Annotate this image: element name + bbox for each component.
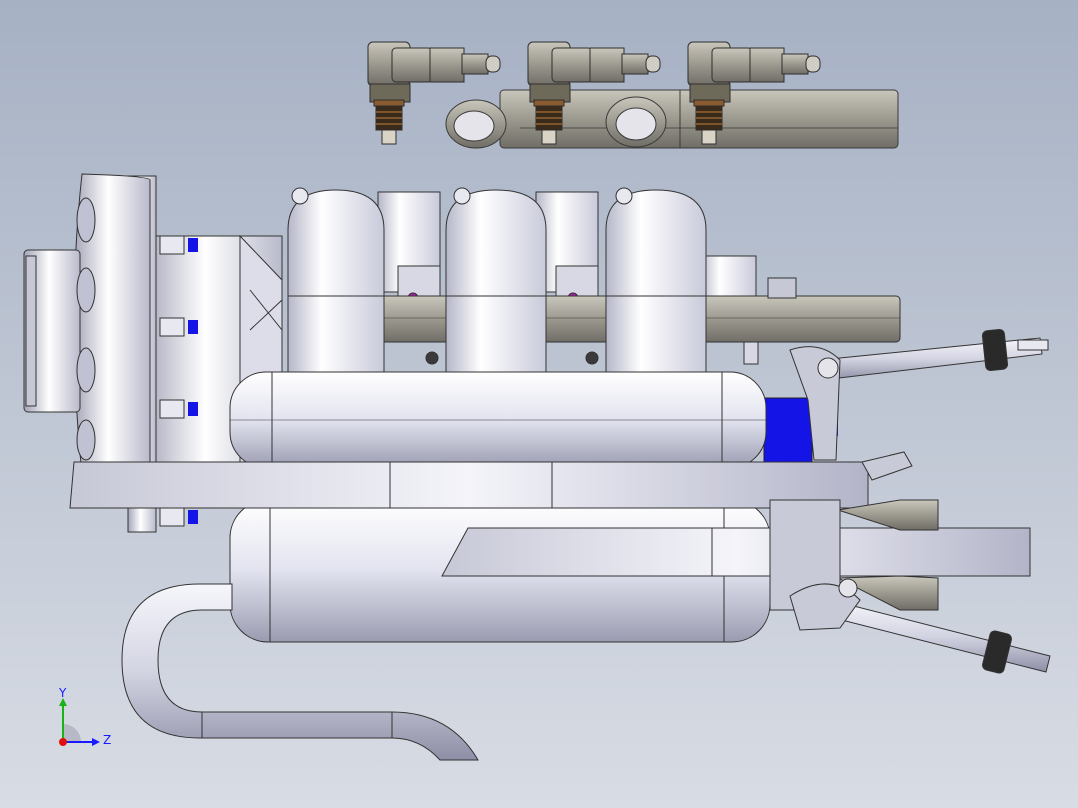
mounting-plate-upper[interactable]: [69, 461, 869, 509]
engine-model[interactable]: [0, 0, 1078, 808]
fuel-rail[interactable]: [445, 89, 899, 149]
mounting-plate-lower[interactable]: [441, 527, 1031, 577]
intake-runners[interactable]: [287, 187, 707, 385]
x-axis-point: [59, 738, 67, 746]
z-axis-arrow: [92, 738, 100, 746]
plenum[interactable]: [229, 371, 767, 469]
cad-viewport[interactable]: Y Z: [0, 0, 1078, 808]
y-axis-label: Y: [58, 686, 67, 700]
z-axis-label: Z: [103, 733, 111, 747]
coordinate-triad: Y Z: [58, 686, 111, 747]
